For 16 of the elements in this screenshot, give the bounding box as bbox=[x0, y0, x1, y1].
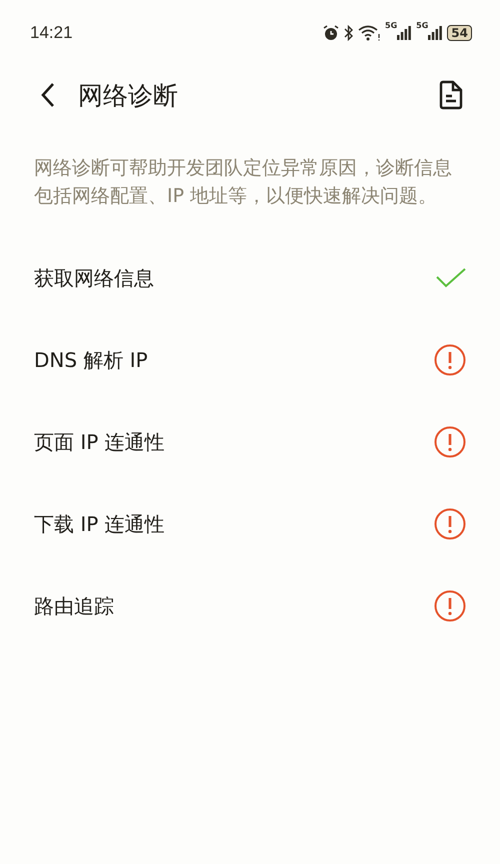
step-label: 获取网络信息 bbox=[34, 264, 154, 292]
signal-icon bbox=[397, 26, 412, 40]
network-type: 5G bbox=[385, 22, 398, 30]
wifi-icon bbox=[358, 25, 380, 41]
status-time: 14:21 bbox=[30, 23, 73, 43]
alarm-icon bbox=[323, 25, 340, 41]
bluetooth-icon bbox=[344, 25, 354, 41]
step-label: 下载 IP 连通性 bbox=[34, 510, 165, 538]
page-title: 网络诊断 bbox=[78, 80, 179, 112]
network-type: 5G bbox=[416, 22, 428, 30]
battery-level: 54 bbox=[447, 25, 472, 41]
signal-icon bbox=[428, 26, 442, 40]
step-label: DNS 解析 IP bbox=[34, 346, 148, 374]
description-text: 网络诊断可帮助开发团队定位异常原因，诊断信息包括网络配置、IP 地址等，以便快速解决问题。 bbox=[34, 156, 453, 209]
step-label: 路由追踪 bbox=[34, 592, 114, 620]
step-label: 页面 IP 连通性 bbox=[34, 428, 165, 456]
